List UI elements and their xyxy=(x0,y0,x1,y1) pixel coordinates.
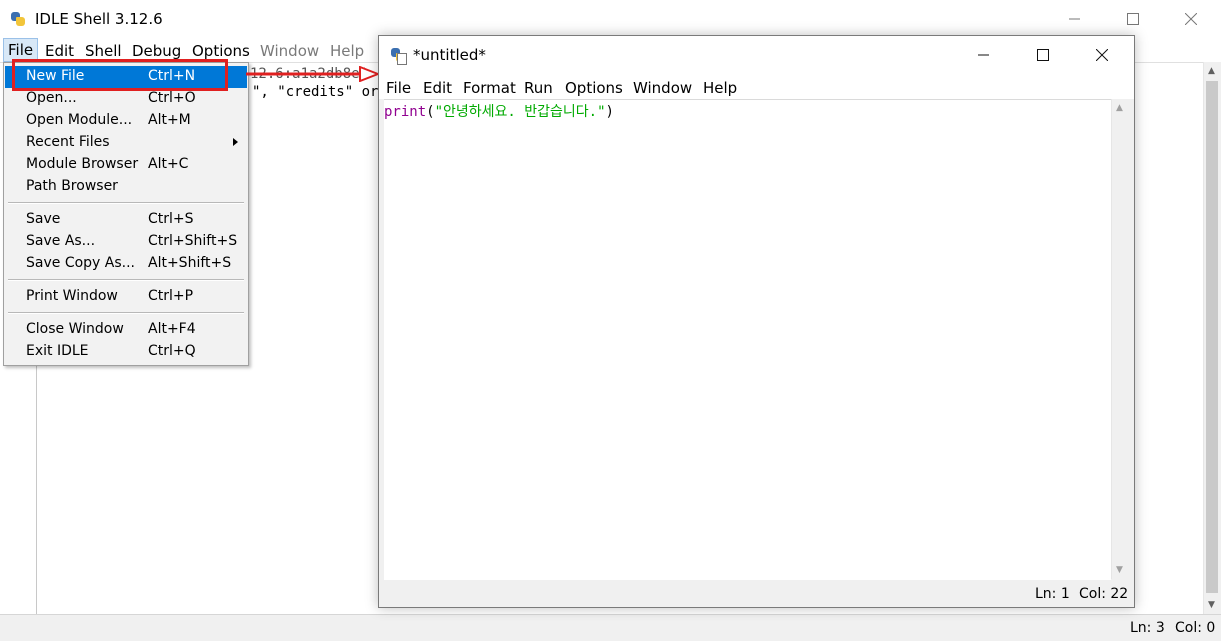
editor-menu-options[interactable]: Options xyxy=(561,78,627,98)
editor-menu-file[interactable]: File xyxy=(382,78,415,98)
editor-maximize-button[interactable] xyxy=(1014,36,1072,74)
menu-debug[interactable]: Debug xyxy=(128,41,185,61)
shell-banner-credits: ", "credits" or xyxy=(252,84,379,100)
editor-status-line: Ln: 1 xyxy=(1035,586,1070,602)
scroll-up-icon[interactable]: ▲ xyxy=(1116,103,1123,113)
maximize-icon xyxy=(1127,13,1139,25)
menu-separator xyxy=(8,279,244,281)
close-icon xyxy=(1096,49,1108,61)
editor-title-bar[interactable]: *untitled* xyxy=(379,36,1134,74)
editor-window-title: *untitled* xyxy=(413,46,486,64)
menu-item-print-window[interactable]: Print Window Ctrl+P xyxy=(5,286,247,308)
editor-menu-format[interactable]: Format xyxy=(459,78,520,98)
code-string-literal: "안녕하세요. 반갑습니다." xyxy=(434,104,606,120)
editor-status-col: Col: 22 xyxy=(1079,586,1129,602)
editor-close-button[interactable] xyxy=(1073,36,1131,74)
close-icon xyxy=(1185,13,1197,25)
minimize-icon xyxy=(978,54,989,56)
menu-separator xyxy=(8,312,244,314)
menu-item-recent-files[interactable]: Recent Files xyxy=(5,132,247,154)
editor-menu-window[interactable]: Window xyxy=(629,78,696,98)
scroll-down-icon[interactable]: ▼ xyxy=(1116,565,1123,575)
minimize-button[interactable] xyxy=(1046,0,1104,38)
menu-item-save-as[interactable]: Save As... Ctrl+Shift+S xyxy=(5,231,247,253)
submenu-arrow-icon xyxy=(233,138,238,146)
maximize-icon xyxy=(1037,49,1049,61)
shell-status-bar: Ln: 3 Col: 0 xyxy=(0,614,1221,641)
editor-window: *untitled* File Edit Format Run Options … xyxy=(378,35,1135,608)
python-icon xyxy=(10,11,26,27)
editor-status-bar: Ln: 1 Col: 22 xyxy=(379,581,1134,607)
scroll-up-icon[interactable]: ▲ xyxy=(1208,66,1215,76)
menu-item-exit-idle[interactable]: Exit IDLE Ctrl+Q xyxy=(5,341,247,363)
editor-menu-run[interactable]: Run xyxy=(520,78,557,98)
menu-item-module-browser[interactable]: Module Browser Alt+C xyxy=(5,154,247,176)
file-menu-dropdown: New File Ctrl+N Open... Ctrl+O Open Modu… xyxy=(3,62,249,366)
menu-shell[interactable]: Shell xyxy=(81,41,126,61)
editor-vertical-scrollbar[interactable]: ▲ ▼ xyxy=(1111,99,1129,579)
menu-item-close-window[interactable]: Close Window Alt+F4 xyxy=(5,319,247,341)
editor-menu-bar: File Edit Format Run Options Window Help xyxy=(379,74,1134,99)
menu-window[interactable]: Window xyxy=(256,41,323,61)
annotation-highlight-box xyxy=(12,59,228,91)
editor-menu-help[interactable]: Help xyxy=(699,78,741,98)
code-paren-close: ) xyxy=(605,104,614,120)
python-file-icon xyxy=(390,47,407,65)
scroll-down-icon[interactable]: ▼ xyxy=(1208,600,1215,610)
shell-title-bar[interactable]: IDLE Shell 3.12.6 xyxy=(0,0,1221,38)
minimize-icon xyxy=(1069,18,1080,20)
maximize-button[interactable] xyxy=(1104,0,1162,38)
code-paren-open: ( xyxy=(426,104,435,120)
editor-code-line: print("안녕하세요. 반갑습니다.") xyxy=(384,101,614,121)
shell-scroll-thumb[interactable] xyxy=(1206,81,1218,593)
shell-status-line: Ln: 3 xyxy=(1130,620,1165,636)
annotation-arrow-icon xyxy=(246,66,380,82)
code-builtin-print: print xyxy=(384,104,427,120)
menu-options[interactable]: Options xyxy=(188,41,254,61)
menu-item-open-module[interactable]: Open Module... Alt+M xyxy=(5,110,247,132)
menu-item-path-browser[interactable]: Path Browser xyxy=(5,176,247,198)
menu-separator xyxy=(8,202,244,204)
menu-edit[interactable]: Edit xyxy=(41,41,78,61)
menu-item-save[interactable]: Save Ctrl+S xyxy=(5,209,247,231)
shell-status-col: Col: 0 xyxy=(1175,620,1216,636)
shell-vertical-scrollbar[interactable]: ▲ ▼ xyxy=(1203,62,1221,614)
editor-menu-edit[interactable]: Edit xyxy=(419,78,456,98)
menu-item-open[interactable]: Open... Ctrl+O xyxy=(5,88,247,110)
close-button[interactable] xyxy=(1162,0,1220,38)
menu-help[interactable]: Help xyxy=(326,41,368,61)
editor-text-area[interactable]: print("안녕하세요. 반갑습니다.") xyxy=(384,99,1111,580)
shell-window-title: IDLE Shell 3.12.6 xyxy=(35,10,163,28)
menu-item-save-copy-as[interactable]: Save Copy As... Alt+Shift+S xyxy=(5,253,247,275)
editor-minimize-button[interactable] xyxy=(955,36,1013,74)
